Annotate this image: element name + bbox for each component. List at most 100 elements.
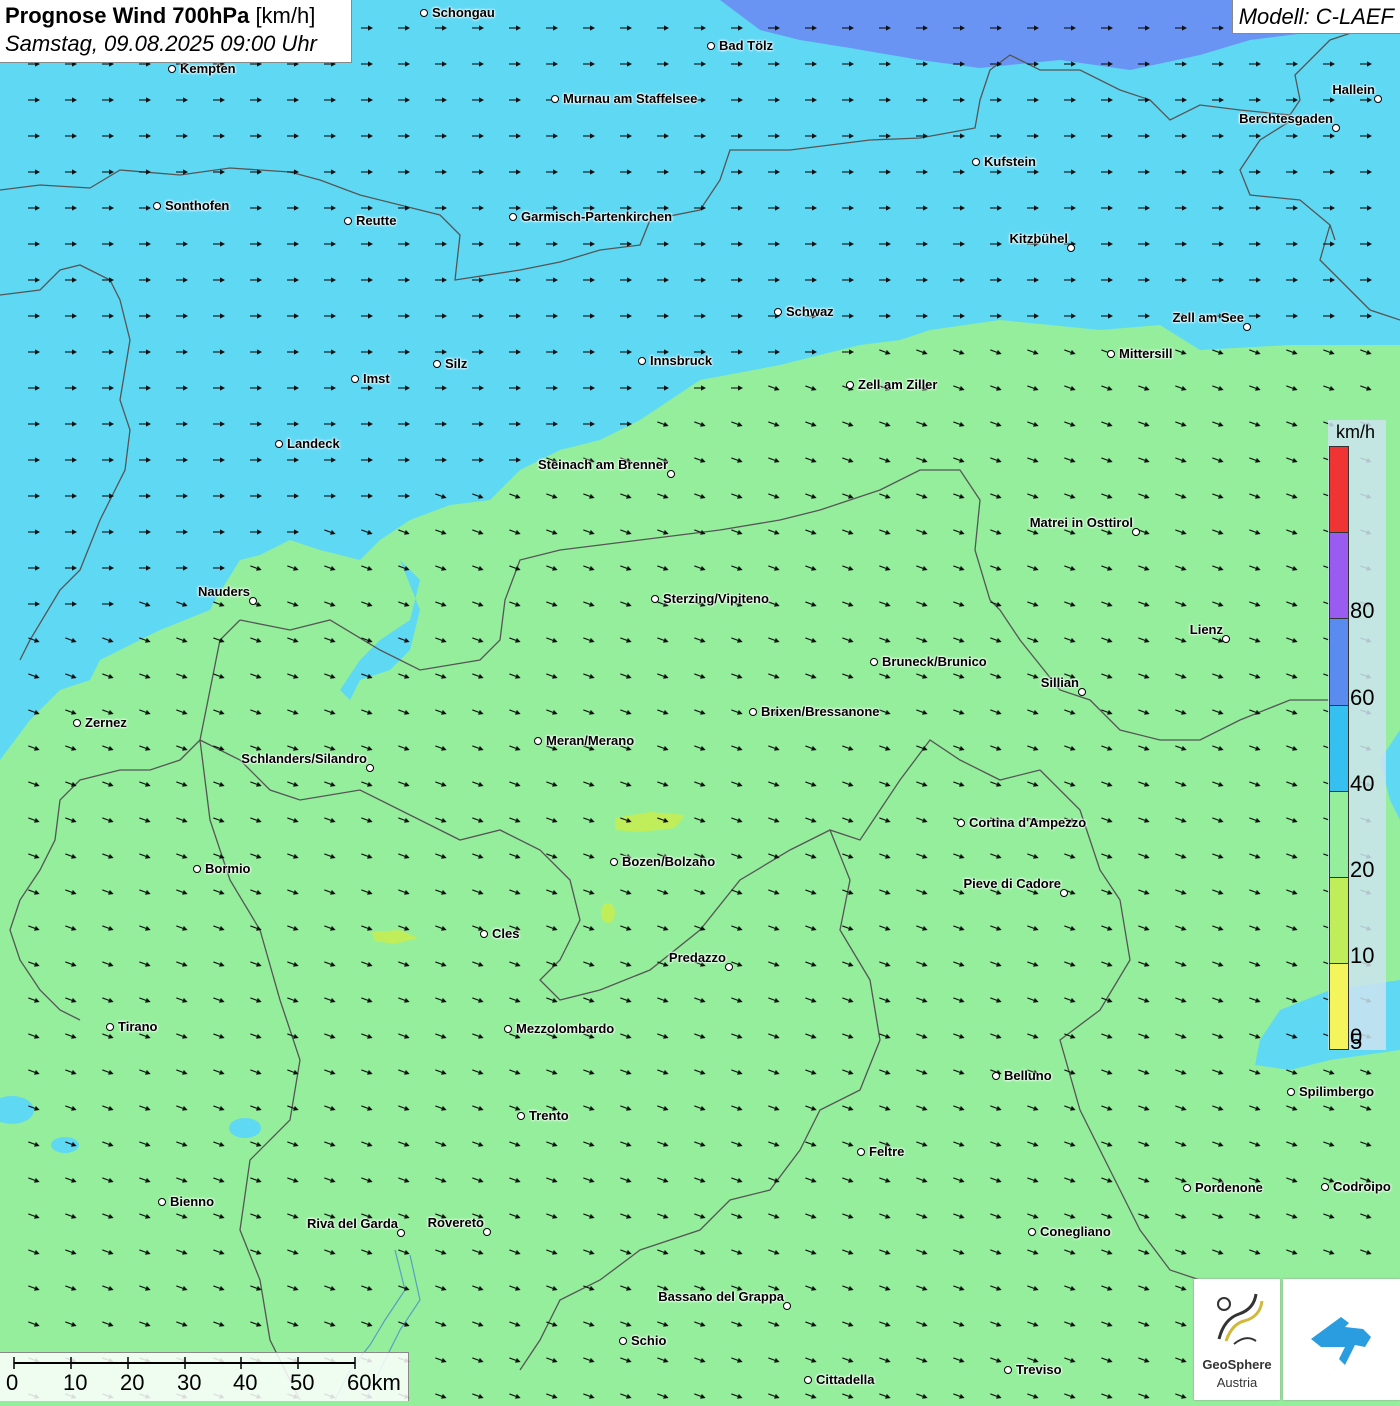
city-label: Bad Tölz — [719, 38, 774, 53]
city-marker — [73, 719, 81, 727]
city-marker — [992, 1072, 1000, 1080]
city-marker — [804, 1376, 812, 1384]
city-label: Schlanders/Silandro — [241, 751, 367, 766]
city-label: Kufstein — [984, 154, 1036, 169]
city-label: Zell am Ziller — [858, 377, 938, 392]
geosphere-logo[interactable]: GeoSphere Austria — [1194, 1279, 1280, 1400]
city-marker — [534, 737, 542, 745]
city-marker — [1183, 1184, 1191, 1192]
city-label: Feltre — [869, 1144, 905, 1159]
city-label: Mezzolombardo — [516, 1021, 615, 1036]
city-marker — [504, 1025, 512, 1033]
city-label: Nauders — [197, 584, 250, 599]
scale-label: 50 — [290, 1370, 315, 1395]
scale-label: 20 — [120, 1370, 145, 1395]
geosphere-emblem-icon — [1217, 1293, 1264, 1345]
city-marker — [725, 963, 733, 971]
city-marker — [1078, 688, 1086, 696]
city-marker — [153, 202, 161, 210]
city-label: Mittersill — [1119, 346, 1173, 361]
city-marker — [707, 42, 715, 50]
city-label: Steinach am Brenner — [537, 457, 668, 472]
title-text: Prognose Wind 700hPa — [5, 3, 250, 28]
city-marker — [433, 360, 441, 368]
city-label: Zernez — [85, 715, 127, 730]
city-marker — [774, 308, 782, 316]
city-label: Bozen/Bolzano — [622, 854, 716, 869]
city-marker — [972, 158, 980, 166]
city-marker — [106, 1023, 114, 1031]
city-marker — [957, 819, 965, 827]
city-label: Cles — [492, 926, 520, 941]
city-marker — [1067, 244, 1075, 252]
legend-label: 10 — [1350, 943, 1375, 969]
city-label: Garmisch-Partenkirchen — [521, 209, 673, 224]
zone-20-40-patch — [229, 1118, 261, 1138]
city-label: Tirano — [118, 1019, 158, 1034]
city-label: Lienz — [1189, 622, 1223, 637]
city-label: Bruneck/Brunico — [882, 654, 987, 669]
city-marker — [1028, 1228, 1036, 1236]
city-marker — [1060, 889, 1068, 897]
legend-color-segment — [1329, 446, 1349, 534]
city-marker — [158, 1198, 166, 1206]
app-logo[interactable] — [1283, 1279, 1400, 1400]
city-marker — [420, 9, 428, 17]
city-label: Conegliano — [1040, 1224, 1111, 1239]
city-marker — [1107, 350, 1115, 358]
city-label: Berchtesgaden — [1239, 111, 1333, 126]
city-marker — [1332, 124, 1340, 132]
scale-label: 40 — [233, 1370, 258, 1395]
city-marker — [667, 470, 675, 478]
city-marker — [193, 865, 201, 873]
city-label: Zell am See — [1172, 310, 1244, 325]
legend-color-segment — [1329, 704, 1349, 792]
city-label: Hallein — [1332, 82, 1375, 97]
model-label: Modell: C-LAEF — [1231, 0, 1400, 34]
city-label: Codroipo — [1333, 1179, 1391, 1194]
city-label: Brixen/Bressanone — [761, 704, 880, 719]
city-marker — [619, 1337, 627, 1345]
city-marker — [610, 858, 618, 866]
legend-color-segment — [1329, 790, 1349, 878]
city-label: Kempten — [180, 61, 236, 76]
city-marker — [1222, 635, 1230, 643]
scale-label: 60km — [347, 1370, 401, 1395]
city-marker — [344, 217, 352, 225]
scale-label: 0 — [6, 1370, 19, 1395]
city-label: Sterzing/Vipiteno — [663, 591, 769, 606]
city-label: Pieve di Cadore — [963, 876, 1061, 891]
legend-color-segment — [1329, 532, 1349, 620]
city-marker — [1374, 95, 1382, 103]
city-label: Imst — [363, 371, 390, 386]
scale-label: 30 — [177, 1370, 202, 1395]
city-marker — [846, 381, 854, 389]
title-unit: [km/h] — [255, 3, 316, 28]
city-label: Kitzbühel — [1009, 231, 1069, 246]
city-marker — [480, 930, 488, 938]
city-label: Matrei in Osttirol — [1029, 515, 1133, 530]
city-label: Spilimbergo — [1299, 1084, 1375, 1099]
map-title: Prognose Wind 700hPa [km/h] — [5, 3, 346, 29]
forecast-date: Samstag, 09.08.2025 09:00 Uhr — [5, 31, 317, 56]
city-label: Trento — [529, 1108, 569, 1123]
city-label: Innsbruck — [650, 353, 713, 368]
zone-5-10-patch — [601, 903, 615, 923]
scale-label: 10 — [63, 1370, 88, 1395]
city-marker — [551, 95, 559, 103]
city-label: Cortina d'Ampezzo — [969, 815, 1087, 830]
city-label: Treviso — [1016, 1362, 1062, 1377]
city-marker — [351, 375, 359, 383]
city-label: Cittadella — [816, 1372, 875, 1387]
city-label: Rovereto — [427, 1215, 484, 1230]
city-marker — [1287, 1088, 1295, 1096]
cloud-arrow-icon — [1311, 1317, 1371, 1365]
city-marker — [1004, 1366, 1012, 1374]
geosphere-name: GeoSphere — [1202, 1357, 1272, 1372]
legend-color-segment — [1329, 963, 1349, 1051]
city-label: Silz — [445, 356, 468, 371]
city-label: Predazzo — [668, 950, 726, 965]
city-marker — [249, 597, 257, 605]
legend-label: 20 — [1350, 857, 1375, 882]
city-label: Riva del Garda — [306, 1216, 398, 1231]
